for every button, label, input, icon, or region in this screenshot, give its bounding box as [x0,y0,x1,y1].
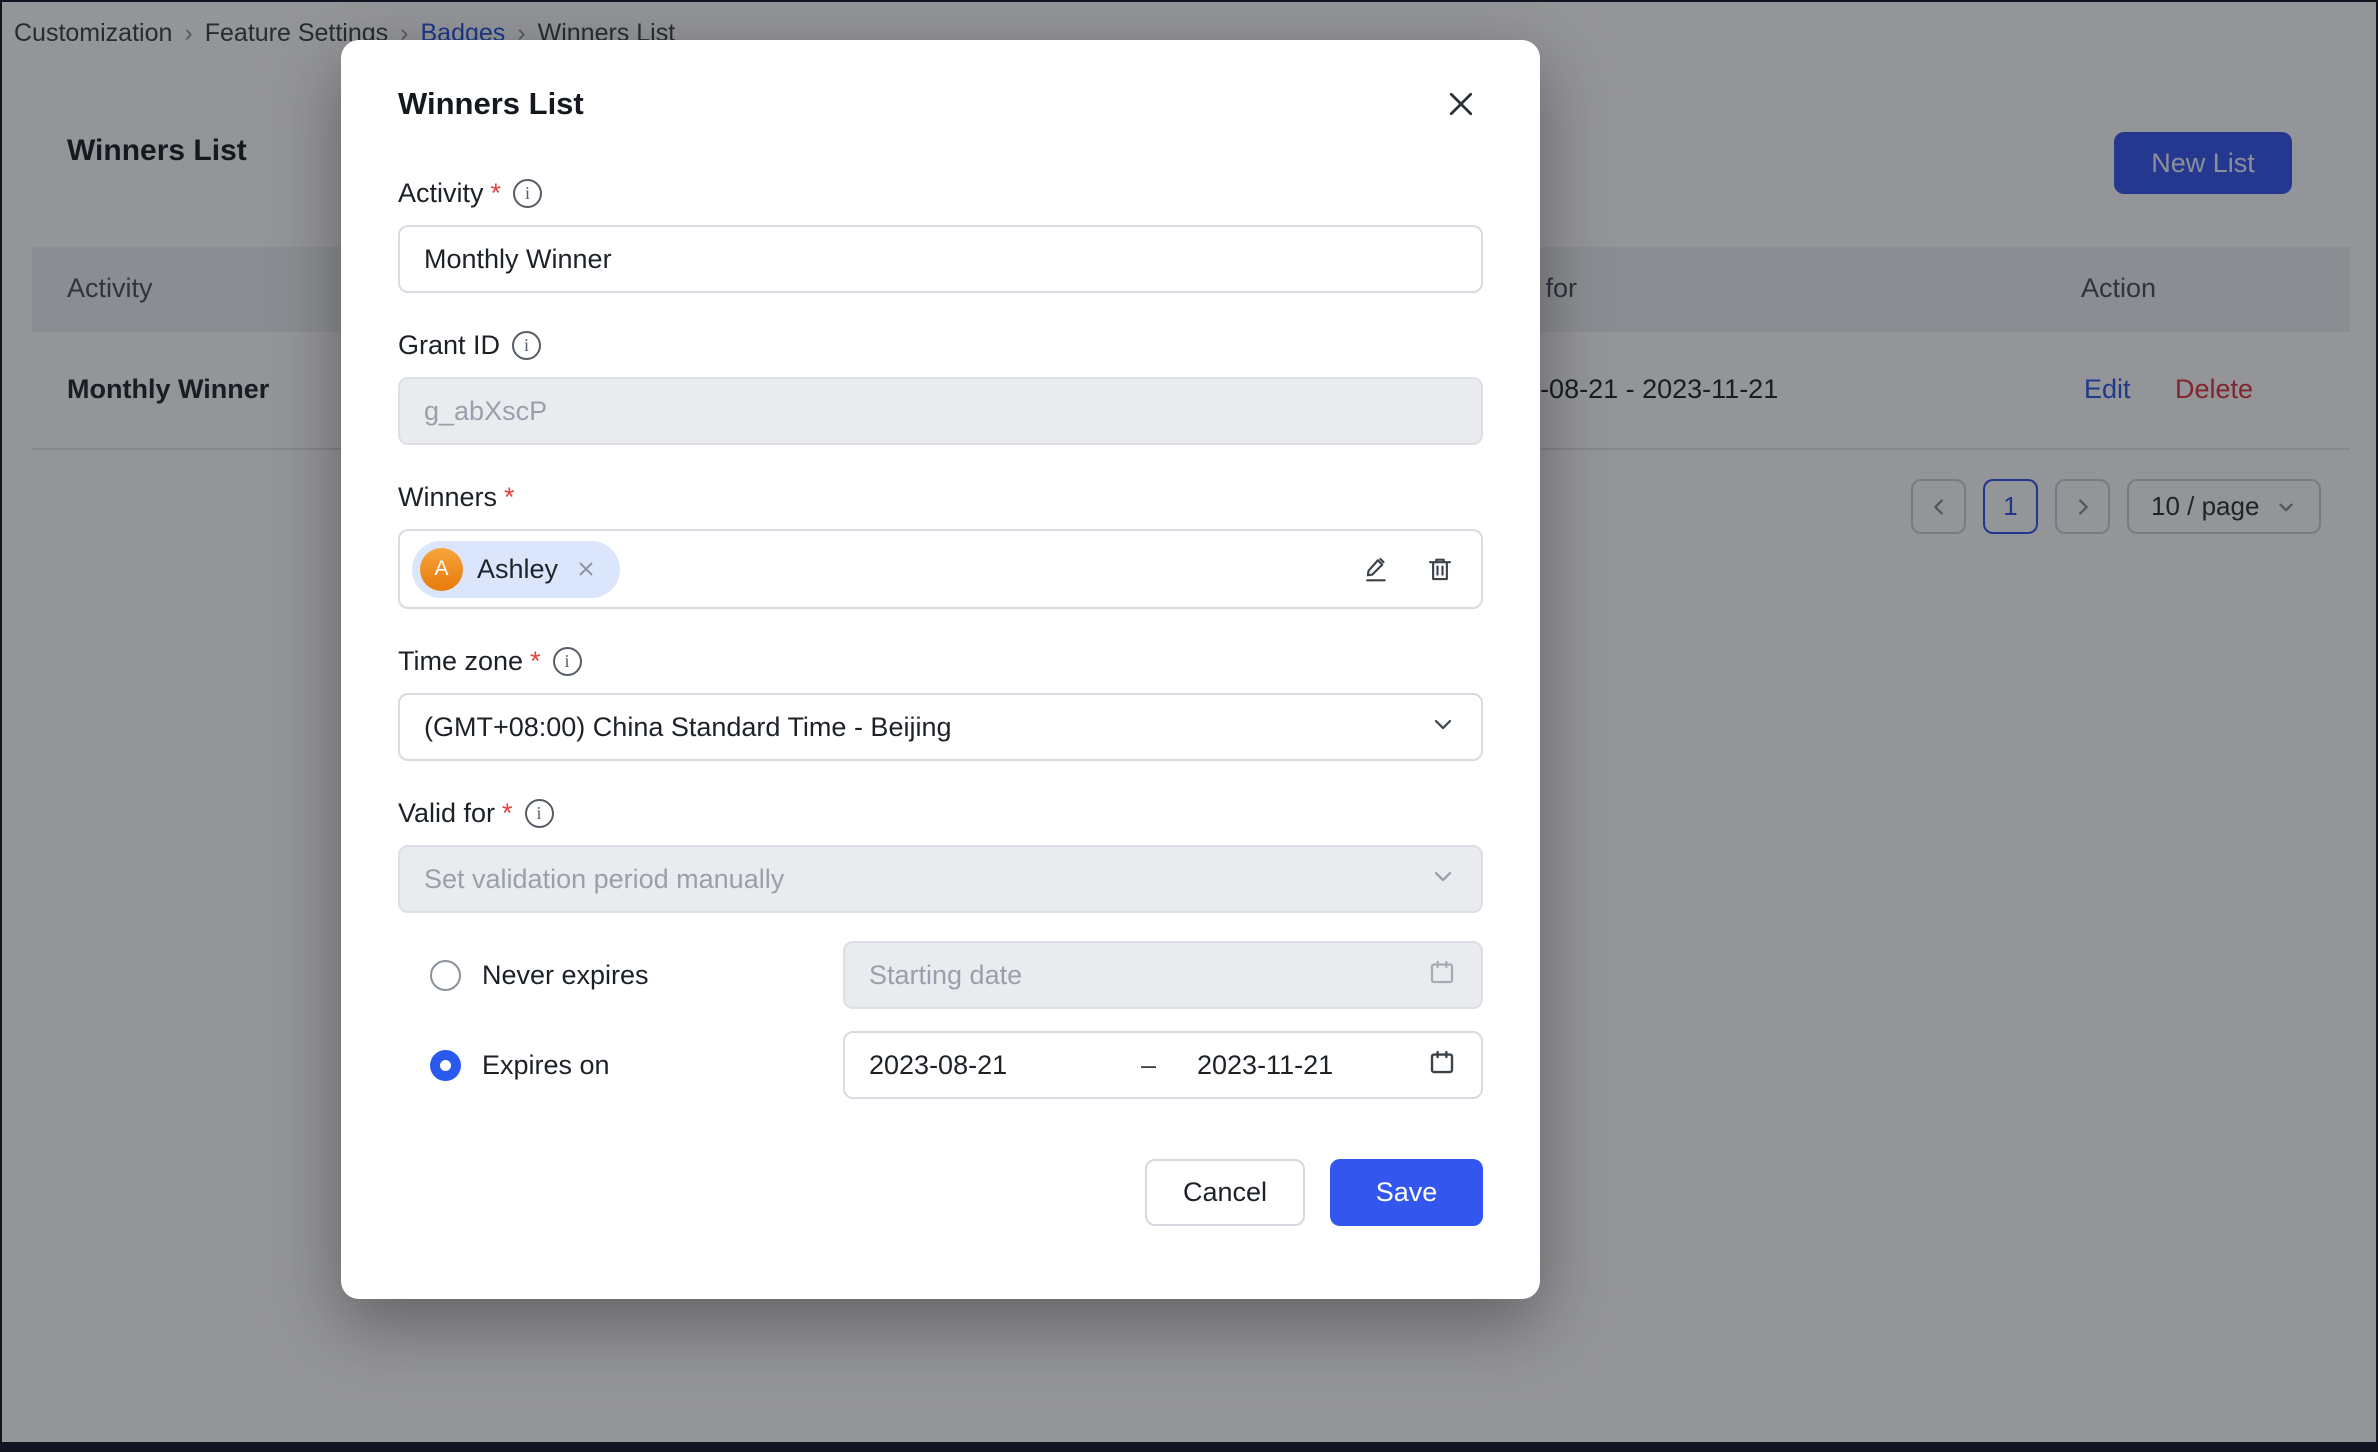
edit-winners-button[interactable] [1359,552,1393,586]
required-mark: * [504,482,515,513]
never-expires-radio[interactable]: Never expires [430,960,649,991]
close-icon [1443,110,1479,125]
winners-list-modal: Winners List Activity * i Grant ID i [341,40,1540,1299]
grant-id-field: Grant ID i [398,330,1483,445]
starting-date-input: Starting date [843,941,1483,1009]
remove-winner-button[interactable] [572,555,600,583]
info-icon[interactable]: i [525,799,554,828]
activity-field: Activity * i [398,178,1483,293]
close-button[interactable] [1439,82,1483,126]
radio-checked-icon [430,1050,461,1081]
delete-winners-button[interactable] [1423,552,1457,586]
time-zone-label: Time zone [398,646,523,677]
trash-icon [1425,572,1455,587]
never-expires-row: Never expires Starting date [430,941,1483,1009]
modal-title: Winners List [398,86,584,122]
pencil-icon [1361,572,1391,587]
starting-date-placeholder: Starting date [869,960,1022,991]
activity-input[interactable] [398,225,1483,293]
grant-id-label: Grant ID [398,330,500,361]
activity-label: Activity [398,178,484,209]
time-zone-value: (GMT+08:00) China Standard Time - Beijin… [424,712,1429,743]
calendar-icon [1427,957,1457,994]
expiry-radio-group: Never expires Starting date Expires on 2… [430,941,1483,1099]
time-zone-field: Time zone * i (GMT+08:00) China Standard… [398,646,1483,761]
winner-tag: A Ashley [412,541,620,598]
avatar: A [420,548,463,591]
end-date-value[interactable]: 2023-11-21 [1197,1050,1427,1081]
winners-input[interactable]: A Ashley [398,529,1483,609]
winners-label: Winners [398,482,497,513]
time-zone-select[interactable]: (GMT+08:00) China Standard Time - Beijin… [398,693,1483,761]
expires-on-row: Expires on 2023-08-21 – 2023-11-21 [430,1031,1483,1099]
required-mark: * [530,646,541,677]
info-icon[interactable]: i [553,647,582,676]
never-expires-label: Never expires [482,960,649,991]
valid-for-field: Valid for * i Set validation period manu… [398,798,1483,913]
winner-name: Ashley [477,554,558,585]
chevron-down-icon [1429,862,1457,897]
start-date-value[interactable]: 2023-08-21 [869,1050,1141,1081]
expires-on-label: Expires on [482,1050,610,1081]
valid-for-label: Valid for [398,798,495,829]
valid-for-value: Set validation period manually [424,864,1429,895]
grant-id-input [398,377,1483,445]
date-range-separator: – [1141,1050,1197,1081]
save-button[interactable]: Save [1330,1159,1483,1226]
calendar-icon [1427,1047,1457,1084]
radio-unchecked-icon [430,960,461,991]
close-icon [574,569,598,584]
required-mark: * [502,798,513,829]
winners-field: Winners * A Ashley [398,482,1483,609]
cancel-button[interactable]: Cancel [1145,1159,1305,1226]
app-window: Customization › Feature Settings › Badge… [0,0,2378,1452]
info-icon[interactable]: i [512,331,541,360]
expires-on-radio[interactable]: Expires on [430,1050,610,1081]
required-mark: * [491,178,502,209]
info-icon[interactable]: i [513,179,542,208]
date-range-input[interactable]: 2023-08-21 – 2023-11-21 [843,1031,1483,1099]
valid-for-select: Set validation period manually [398,845,1483,913]
chevron-down-icon [1429,710,1457,745]
